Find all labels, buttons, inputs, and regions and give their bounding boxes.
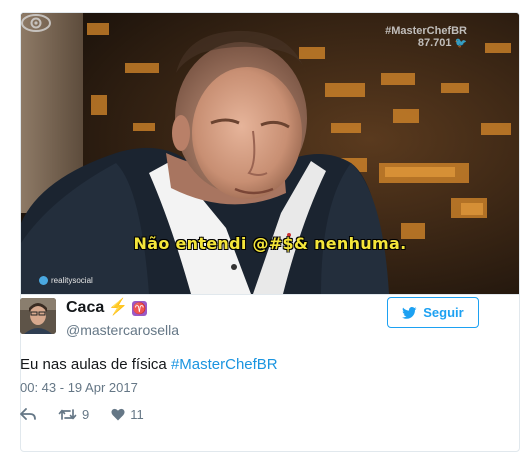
heart-icon: [111, 408, 125, 421]
tweet-timestamp[interactable]: 00: 43 - 19 Apr 2017: [20, 380, 138, 395]
follow-button[interactable]: Seguir: [387, 297, 479, 328]
retweet-count: 9: [82, 407, 90, 422]
media-watermark: realitysocial: [39, 276, 93, 285]
avatar-image: [20, 298, 56, 334]
avatar[interactable]: [20, 298, 56, 334]
watermark-logo-icon: [39, 276, 48, 285]
watermark-text: realitysocial: [51, 276, 93, 285]
overlay-count: 87.701 🐦: [385, 37, 467, 50]
reply-icon: [20, 408, 36, 420]
aries-zodiac-icon: ♈: [132, 300, 148, 316]
broadcast-overlay: #MasterChefBR 87.701 🐦: [385, 25, 467, 50]
tweet-actions: 9 11: [20, 407, 166, 422]
tweet-media-image[interactable]: #MasterChefBR 87.701 🐦 Não entendi @#$& …: [21, 13, 519, 294]
overlay-count-value: 87.701: [417, 37, 452, 49]
author-handle[interactable]: @mastercarosella: [66, 322, 179, 338]
channel-eye-logo-icon: [21, 14, 51, 32]
retweet-button[interactable]: 9: [58, 407, 89, 422]
tweet-text-body: Eu nas aulas de física: [20, 356, 171, 373]
twitter-bird-icon: [402, 306, 417, 319]
tweet-text: Eu nas aulas de física #MasterChefBR: [20, 356, 278, 373]
author-display-name[interactable]: Caca: [66, 299, 104, 317]
author-name-row: Caca ⚡ ♈: [66, 299, 148, 317]
follow-button-label: Seguir: [423, 305, 464, 320]
like-count: 11: [130, 407, 144, 422]
media-divider: [21, 294, 519, 295]
video-subtitle: Não entendi @#$& nenhuma.: [133, 234, 407, 253]
lightning-bolt-icon: ⚡: [108, 299, 129, 316]
like-button[interactable]: 11: [111, 407, 144, 422]
retweet-icon: [58, 409, 77, 420]
overlay-hashtag-text: #MasterChefBR: [385, 25, 467, 37]
tweet-hashtag-link[interactable]: #MasterChefBR: [171, 356, 278, 373]
reply-button[interactable]: [20, 408, 36, 421]
twitter-bird-icon: 🐦: [454, 38, 467, 49]
